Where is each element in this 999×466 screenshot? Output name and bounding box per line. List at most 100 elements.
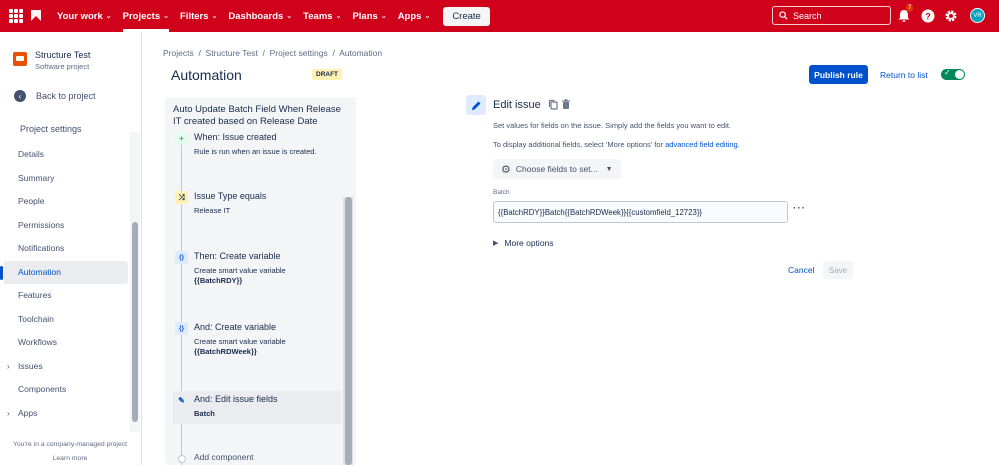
nav-your-work[interactable]: Your work ⌄ — [57, 0, 112, 32]
project-name: Structure Test — [35, 50, 91, 60]
rule-component-panel: Auto Update Batch Field When Release IT … — [165, 97, 356, 465]
settings-gear-icon[interactable] — [944, 9, 958, 23]
rule-panel-scrollbar-thumb[interactable] — [345, 197, 352, 465]
nav-label: Your work — [57, 10, 103, 22]
breadcrumb-item[interactable]: Automation — [339, 48, 382, 58]
sidebar-item-notifications[interactable]: Notifications — [0, 237, 128, 261]
sidebar-item-apps[interactable]: › Apps — [0, 402, 128, 426]
breadcrumb-item[interactable]: Structure Test — [206, 48, 258, 58]
rule-component-edit[interactable]: ✎ And: Edit issue fields Batch — [173, 391, 341, 424]
sidebar-item-components[interactable]: Components — [0, 378, 128, 402]
choose-fields-label: Choose fields to set... — [515, 164, 598, 174]
braces-icon: {} — [175, 322, 188, 335]
add-component-button[interactable]: Add component — [175, 452, 254, 463]
sidebar-item-people[interactable]: People — [0, 190, 128, 214]
project-sidebar: Structure Test Software project ‹ Back t… — [0, 32, 142, 465]
batch-field-label: Batch — [493, 189, 510, 196]
sidebar-item-features[interactable]: Features — [0, 284, 128, 308]
notification-count-badge: 7 — [906, 4, 914, 12]
help-icon[interactable]: ? — [921, 9, 935, 23]
back-to-project-link[interactable]: ‹ Back to project — [14, 90, 96, 102]
breadcrumb-separator: / — [193, 48, 206, 58]
sidebar-item-label: Notifications — [18, 243, 65, 253]
batch-field-input[interactable]: {{BatchRDY}}Batch{{BatchRDWeek}}{{custom… — [493, 201, 788, 223]
sidebar-scrollbar[interactable] — [130, 132, 140, 432]
check-icon: ✓ — [944, 68, 951, 77]
more-options-toggle[interactable]: ▶ More options — [493, 238, 554, 248]
page-title: Automation — [171, 67, 242, 83]
rule-component-desc: Create smart value variable — [194, 337, 286, 346]
app-switcher-icon[interactable] — [9, 9, 23, 23]
sidebar-item-permissions[interactable]: Permissions — [0, 214, 128, 238]
sidebar-item-toolchain[interactable]: Toolchain — [0, 308, 128, 332]
sidebar-item-details[interactable]: Details — [0, 143, 128, 167]
edit-issue-intro: Set values for fields on the issue. Simp… — [493, 121, 732, 130]
shuffle-icon: ⤨ — [175, 191, 188, 204]
choose-fields-dropdown[interactable]: ⚙ Choose fields to set... ▼ — [493, 159, 621, 179]
project-header[interactable]: Structure Test Software project — [13, 50, 90, 71]
company-managed-note: You're in a company-managed project — [12, 441, 128, 448]
sidebar-item-label: Features — [18, 290, 52, 300]
rule-component-title: Issue Type equals — [194, 191, 267, 201]
rule-component-value: {{BatchRDY}} — [194, 276, 243, 285]
rule-component-desc: Release IT — [194, 206, 231, 215]
create-button[interactable]: Create — [443, 6, 490, 26]
gear-icon: ⚙ — [501, 163, 511, 176]
nav-label: Projects — [122, 10, 161, 22]
sidebar-item-label: Permissions — [18, 219, 65, 230]
search-input[interactable]: Search — [772, 6, 891, 25]
trash-icon[interactable] — [561, 99, 571, 110]
braces-icon: {} — [175, 251, 188, 264]
sidebar-item-automation[interactable]: Automation — [0, 260, 128, 284]
sidebar-item-issues[interactable]: › Issues — [0, 355, 128, 379]
sidebar-scrollbar-thumb[interactable] — [132, 222, 138, 422]
sidebar-item-summary[interactable]: Summary — [0, 167, 128, 191]
cancel-button[interactable]: Cancel — [788, 265, 814, 275]
publish-rule-button[interactable]: Publish rule — [809, 65, 868, 84]
chevron-down-icon: ⌄ — [163, 13, 169, 20]
rule-panel-scrollbar[interactable] — [343, 197, 353, 465]
jira-logo-icon[interactable] — [30, 9, 42, 22]
more-actions-icon[interactable]: ··· — [793, 203, 806, 214]
nav-filters[interactable]: Filters ⌄ — [180, 0, 217, 32]
nav-label: Filters — [180, 10, 209, 22]
sidebar-item-label: Components — [18, 384, 67, 394]
additional-fields-text: To display additional fields, select 'Mo… — [493, 140, 666, 149]
project-type: Software project — [35, 62, 90, 71]
user-avatar[interactable]: VR — [970, 8, 985, 23]
breadcrumb-item[interactable]: Projects — [163, 48, 194, 58]
chevron-down-icon: ⌄ — [105, 13, 112, 20]
nav-plans[interactable]: Plans ⌄ — [352, 0, 386, 32]
nav-teams[interactable]: Teams ⌄ — [303, 0, 341, 32]
rule-component-desc: Create smart value variable — [194, 266, 286, 275]
advanced-field-editing-link[interactable]: advanced field editing. — [665, 140, 740, 149]
sidebar-item-label: People — [18, 196, 45, 206]
save-button[interactable]: Save — [823, 261, 853, 279]
settings-section-title: Project settings — [20, 124, 82, 134]
chevron-right-icon: ▶ — [493, 240, 499, 247]
nav-dashboards[interactable]: Dashboards ⌄ — [228, 0, 292, 32]
project-avatar-icon — [13, 52, 27, 66]
rule-component-title: Then: Create variable — [194, 251, 281, 261]
chevron-right-icon: › — [7, 361, 10, 371]
rule-enabled-toggle[interactable]: ✓ — [941, 68, 965, 80]
rule-component-title: When: Issue created — [194, 132, 277, 142]
learn-more-link[interactable]: Learn more — [0, 452, 140, 466]
nav-projects[interactable]: Projects ⌄ — [122, 0, 170, 32]
nav-apps[interactable]: Apps ⌄ — [398, 0, 431, 32]
breadcrumb-separator: / — [327, 48, 340, 58]
search-placeholder: Search — [793, 10, 822, 21]
rule-title[interactable]: Auto Update Batch Field When Release IT … — [173, 104, 348, 128]
sidebar-item-label: Toolchain — [18, 313, 54, 324]
plus-icon: + — [175, 132, 188, 145]
sidebar-item-workflows[interactable]: Workflows — [0, 331, 128, 355]
settings-nav: Project settings Details Summary People Per… — [0, 120, 128, 425]
search-icon — [779, 11, 788, 20]
chevron-right-icon: › — [7, 408, 10, 418]
rule-component-value: Batch — [194, 409, 215, 418]
copy-icon[interactable] — [548, 99, 558, 110]
return-to-list-link[interactable]: Return to list — [880, 70, 928, 80]
rule-component-title: And: Edit issue fields — [194, 394, 278, 404]
additional-fields-note: To display additional fields, select 'Mo… — [493, 140, 740, 149]
breadcrumb-item[interactable]: Project settings — [270, 48, 328, 58]
